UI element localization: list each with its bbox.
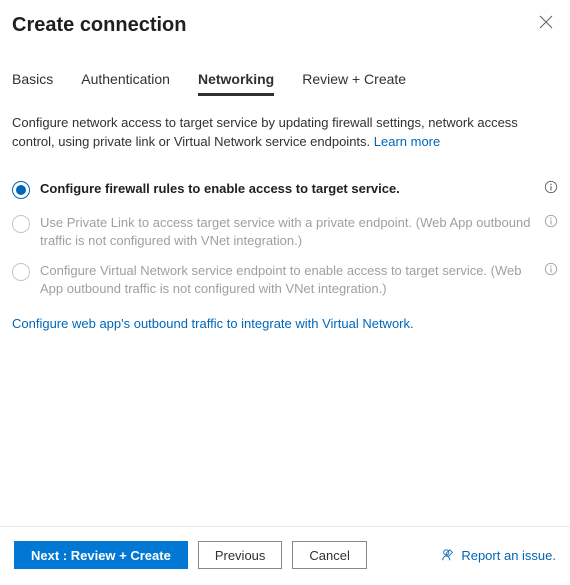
- configure-vnet-link[interactable]: Configure web app's outbound traffic to …: [12, 316, 414, 331]
- page-title: Create connection: [12, 14, 538, 37]
- cancel-button[interactable]: Cancel: [292, 541, 366, 569]
- info-icon[interactable]: [544, 180, 558, 194]
- option-firewall[interactable]: Configure firewall rules to enable acces…: [12, 180, 558, 202]
- radio-vnet-endpoint: [12, 263, 30, 281]
- learn-more-link[interactable]: Learn more: [374, 134, 440, 149]
- option-vnet-endpoint-label: Configure Virtual Network service endpoi…: [40, 262, 536, 298]
- radio-private-link: [12, 215, 30, 233]
- tab-basics[interactable]: Basics: [12, 71, 53, 96]
- tab-review-create[interactable]: Review + Create: [302, 71, 406, 96]
- tab-bar: Basics Authentication Networking Review …: [0, 37, 570, 96]
- report-issue-link[interactable]: Report an issue.: [441, 548, 556, 563]
- option-private-link-label: Use Private Link to access target servic…: [40, 214, 536, 250]
- tab-authentication[interactable]: Authentication: [81, 71, 170, 96]
- option-private-link: Use Private Link to access target servic…: [12, 214, 558, 250]
- feedback-icon: [441, 548, 455, 562]
- info-icon[interactable]: [544, 214, 558, 228]
- next-button[interactable]: Next : Review + Create: [14, 541, 188, 569]
- report-issue-label: Report an issue.: [461, 548, 556, 563]
- option-vnet-endpoint: Configure Virtual Network service endpoi…: [12, 262, 558, 298]
- description-text: Configure network access to target servi…: [12, 114, 558, 152]
- description-body: Configure network access to target servi…: [12, 115, 518, 149]
- info-icon[interactable]: [544, 262, 558, 276]
- close-icon[interactable]: [538, 14, 554, 30]
- networking-options: Configure firewall rules to enable acces…: [12, 180, 558, 299]
- option-firewall-label: Configure firewall rules to enable acces…: [40, 180, 536, 198]
- tab-networking[interactable]: Networking: [198, 71, 274, 96]
- radio-firewall[interactable]: [12, 181, 30, 199]
- previous-button[interactable]: Previous: [198, 541, 283, 569]
